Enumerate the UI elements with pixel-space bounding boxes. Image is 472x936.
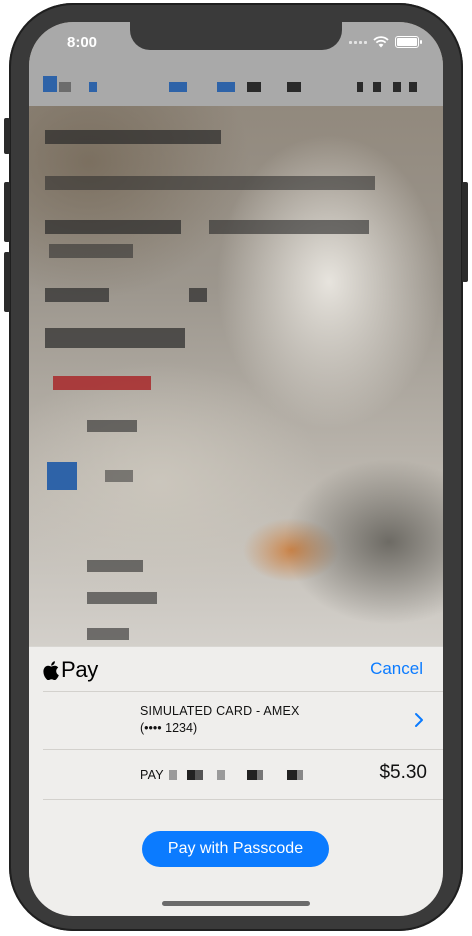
blurred-block (373, 82, 381, 92)
status-time: 8:00 (67, 34, 98, 51)
volume-up-button (4, 182, 10, 242)
pay-with-passcode-button[interactable]: Pay with Passcode (142, 831, 329, 867)
apple-pay-logo: Pay (43, 657, 98, 683)
wifi-icon (373, 36, 389, 48)
blurred-text-line (105, 470, 133, 482)
blurred-text-line (209, 220, 369, 234)
blurred-text-line (87, 592, 157, 604)
pay-label: PAY (140, 768, 164, 782)
blurred-icon (47, 462, 77, 490)
power-button (462, 182, 468, 282)
blurred-text-line (87, 628, 129, 640)
blurred-text-line (87, 560, 143, 572)
mute-switch (4, 118, 10, 154)
blurred-block (89, 82, 97, 92)
card-name: SIMULATED CARD - AMEX (140, 704, 300, 718)
notch (130, 22, 342, 50)
blurred-block (247, 82, 261, 92)
blurred-block (357, 82, 363, 92)
chevron-right-icon (415, 713, 423, 727)
status-indicators (349, 36, 422, 48)
total-row: PAY $5.30 (29, 750, 443, 800)
battery-icon (395, 36, 422, 48)
apple-pay-brand-text: Pay (61, 657, 99, 682)
blurred-block (409, 82, 417, 92)
card-number: (•••• 1234) (140, 721, 198, 735)
blurred-text-line (45, 220, 181, 234)
blurred-background-app (29, 22, 443, 682)
blurred-block (59, 82, 71, 92)
obscured-merchant-name (169, 770, 309, 780)
blurred-text-line (45, 176, 375, 190)
apple-icon (43, 660, 59, 680)
total-amount: $5.30 (379, 762, 427, 783)
blurred-text-line (189, 288, 207, 302)
divider (43, 799, 443, 800)
blurred-text-line (87, 420, 137, 432)
blurred-text-line (53, 376, 151, 390)
blurred-block (287, 82, 301, 92)
blurred-text-line (49, 244, 133, 258)
cancel-button[interactable]: Cancel (370, 659, 423, 679)
blurred-block (393, 82, 401, 92)
blurred-text-line (45, 130, 221, 144)
payment-card-row[interactable]: SIMULATED CARD - AMEX (•••• 1234) (29, 692, 443, 749)
blurred-block (217, 82, 235, 92)
apple-pay-sheet: Pay Cancel SIMULATED CARD - AMEX (•••• 1… (29, 646, 443, 916)
cellular-signal-icon (349, 40, 367, 44)
volume-down-button (4, 252, 10, 312)
blurred-back-icon (43, 76, 57, 92)
device-screen: 8:00 Pay Cancel SIMULATED CARD - AMEX (•… (29, 22, 443, 916)
blurred-text-line (45, 328, 185, 348)
home-indicator[interactable] (162, 901, 310, 906)
blurred-text-line (45, 288, 109, 302)
sheet-header: Pay Cancel (29, 647, 443, 691)
blurred-block (169, 82, 187, 92)
